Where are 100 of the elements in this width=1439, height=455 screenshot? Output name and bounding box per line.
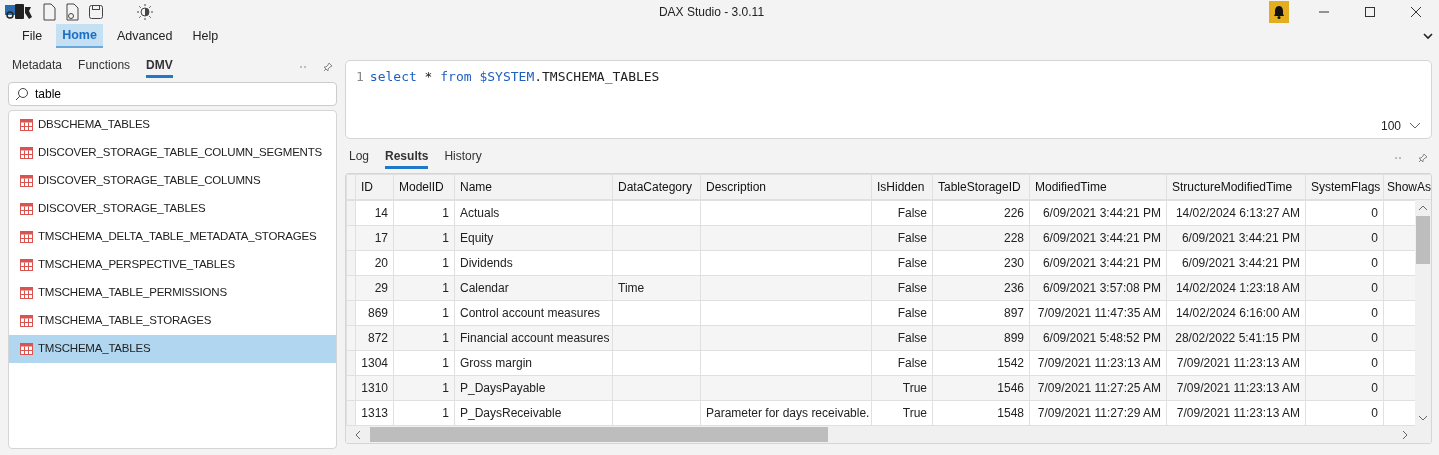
panel-tab[interactable]: Metadata — [12, 56, 63, 78]
menu-tab[interactable]: File — [16, 24, 49, 48]
panel-tab[interactable]: Functions — [78, 56, 131, 78]
table-cell: 1304 — [355, 350, 394, 376]
column-header[interactable]: DataCategory — [612, 174, 701, 200]
close-icon — [1411, 7, 1421, 17]
scroll-thumb[interactable] — [370, 427, 828, 442]
column-header[interactable]: Description — [700, 174, 872, 200]
output-tab[interactable]: Results — [385, 147, 429, 169]
dmv-item[interactable]: DISCOVER_STORAGE_TABLES — [9, 195, 336, 223]
column-header[interactable]: TableStorageID — [932, 174, 1030, 200]
dmv-item[interactable]: TMSCHEMA_DELTA_TABLE_METADATA_STORAGES — [9, 223, 336, 251]
table-cell: 0 — [1305, 275, 1384, 301]
dmv-item[interactable]: DBSCHEMA_TABLES — [9, 111, 336, 139]
open-file-icon[interactable] — [64, 3, 80, 21]
column-header[interactable]: StructureModifiedTime — [1166, 174, 1306, 200]
scroll-right-icon — [1401, 429, 1409, 440]
menu-tab[interactable]: Home — [56, 23, 103, 49]
table-cell: P_DaysPayable — [454, 375, 613, 401]
column-header[interactable]: ShowAs — [1383, 174, 1431, 200]
line-number: 1 — [356, 68, 364, 86]
table-cell: False — [871, 200, 933, 226]
table-cell: 1548 — [932, 400, 1030, 426]
chevron-down-icon — [1409, 121, 1421, 130]
table-cell: 1546 — [932, 375, 1030, 401]
table-cell: 6/09/2021 3:44:21 PM — [1166, 250, 1306, 276]
scroll-thumb[interactable] — [1416, 216, 1431, 264]
dmv-item[interactable]: TMSCHEMA_PERSPECTIVE_TABLES — [9, 251, 336, 279]
table-cell: Parameter for days receivable. — [700, 400, 872, 426]
panel-options-icon[interactable] — [1394, 156, 1402, 160]
table-cell: P_DaysReceivable — [454, 400, 613, 426]
table-cell: 14 — [355, 200, 394, 226]
table-cell: 228 — [932, 225, 1030, 251]
new-file-icon[interactable] — [42, 3, 56, 21]
table-cell: 236 — [932, 275, 1030, 301]
table-cell: 899 — [932, 325, 1030, 351]
column-header[interactable]: ModifiedTime — [1029, 174, 1167, 200]
column-header[interactable]: Name — [454, 174, 613, 200]
panel-tab[interactable]: DMV — [146, 56, 173, 78]
pin-icon[interactable] — [1418, 153, 1428, 163]
vertical-scrollbar[interactable] — [1415, 200, 1431, 426]
output-tab[interactable]: Log — [349, 147, 370, 169]
menu-tab[interactable]: Help — [186, 24, 225, 48]
table-icon — [20, 203, 33, 215]
table-icon — [20, 147, 33, 159]
table-cell: 6/09/2021 3:57:08 PM — [1029, 275, 1167, 301]
save-icon[interactable] — [88, 3, 104, 21]
dmv-item[interactable]: TMSCHEMA_TABLES — [9, 335, 336, 363]
table-cell: 1 — [393, 400, 455, 426]
window-title: DAX Studio - 3.0.11 — [657, 4, 766, 21]
output-tab[interactable]: History — [444, 147, 482, 169]
app-logo-icon[interactable] — [4, 3, 34, 21]
table-cell: 7/09/2021 11:23:13 AM — [1166, 350, 1306, 376]
table-cell: 0 — [1305, 400, 1384, 426]
collapse-ribbon-icon[interactable] — [1423, 32, 1433, 40]
search-field[interactable]: table — [8, 82, 337, 106]
row-limit-dropdown[interactable]: 100 — [1380, 116, 1421, 135]
table-cell: 28/02/2022 5:41:15 PM — [1166, 325, 1306, 351]
table-cell: 0 — [1305, 375, 1384, 401]
panel-options-icon[interactable] — [299, 65, 307, 69]
menu-tab[interactable]: Advanced — [110, 24, 179, 48]
pin-icon[interactable] — [323, 62, 333, 72]
table-cell: Time — [612, 275, 701, 301]
theme-toggle-icon[interactable] — [136, 3, 154, 21]
table-cell: Calendar — [454, 275, 613, 301]
dmv-item[interactable]: TMSCHEMA_TABLE_PERMISSIONS — [9, 279, 336, 307]
dmv-item[interactable]: DISCOVER_STORAGE_TABLE_COLUMNS — [9, 167, 336, 195]
dmv-item[interactable]: DISCOVER_STORAGE_TABLE_COLUMN_SEGMENTS — [9, 139, 336, 167]
table-cell: Actuals — [454, 200, 613, 226]
table-icon — [20, 231, 33, 243]
table-cell: 1 — [393, 200, 455, 226]
table-cell: 6/09/2021 3:44:21 PM — [1029, 200, 1167, 226]
table-cell: 6/09/2021 3:44:21 PM — [1029, 225, 1167, 251]
table-cell: 7/09/2021 11:23:13 AM — [1166, 375, 1306, 401]
table-icon — [20, 175, 33, 187]
table-cell: 7/09/2021 11:47:35 AM — [1029, 300, 1167, 326]
query-editor[interactable]: 1 select * from $SYSTEM.TMSCHEMA_TABLES 100 — [345, 60, 1432, 139]
table-cell: Control account measures — [454, 300, 613, 326]
table-cell: 0 — [1305, 325, 1384, 351]
table-cell: Gross margin — [454, 350, 613, 376]
horizontal-scrollbar[interactable] — [346, 426, 1431, 443]
table-cell: Financial account measures — [454, 325, 613, 351]
table-cell: 14/02/2024 6:16:00 AM — [1166, 300, 1306, 326]
column-header[interactable]: IsHidden — [871, 174, 933, 200]
table-cell: 6/09/2021 3:44:21 PM — [1029, 250, 1167, 276]
table-icon — [20, 259, 33, 271]
bell-icon — [1273, 5, 1285, 19]
dmv-item[interactable]: TMSCHEMA_TABLE_STORAGES — [9, 307, 336, 335]
table-cell: 1542 — [932, 350, 1030, 376]
column-header[interactable]: ID — [355, 174, 394, 200]
column-header[interactable]: ModelID — [393, 174, 455, 200]
table-cell: 0 — [1305, 225, 1384, 251]
column-header[interactable]: SystemFlags — [1305, 174, 1384, 200]
table-cell: 230 — [932, 250, 1030, 276]
table-cell: 1 — [393, 300, 455, 326]
table-cell: False — [871, 350, 933, 376]
query-text: select * from $SYSTEM.TMSCHEMA_TABLES — [369, 68, 660, 86]
scroll-down-icon — [1418, 414, 1429, 422]
notifications-button[interactable] — [1269, 1, 1289, 23]
table-cell: False — [871, 300, 933, 326]
